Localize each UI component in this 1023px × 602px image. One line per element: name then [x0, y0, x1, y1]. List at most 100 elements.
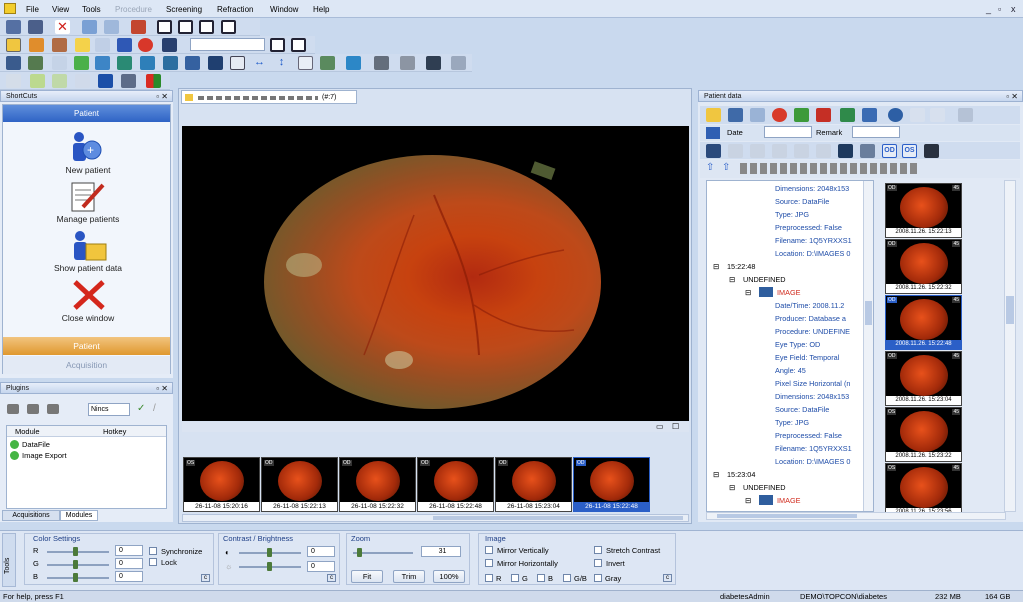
new-patient-label[interactable]: New patient [3, 165, 173, 175]
edit-icon[interactable] [131, 20, 146, 34]
reset-color-icon[interactable]: c [201, 574, 210, 582]
tree-procedure-node[interactable]: UNDEFINED [743, 275, 786, 284]
gamma-icon[interactable] [185, 56, 200, 70]
tab-patient[interactable]: Patient [3, 337, 170, 355]
target-icon[interactable] [816, 144, 831, 158]
patient-thumb[interactable]: OS 45 2008.11.26. 15:23:22 [885, 407, 962, 462]
patient-panel-close-icon[interactable]: ▫ ✕ [1006, 91, 1018, 102]
clear-icon[interactable]: / [153, 403, 165, 415]
minimize-button[interactable]: _ [986, 4, 991, 14]
menu-view[interactable]: View [52, 5, 69, 14]
red-channel-checkbox[interactable] [485, 574, 493, 582]
red-value[interactable]: 0 [115, 545, 143, 556]
plugin-icon-1[interactable] [7, 404, 19, 414]
tree-item[interactable]: Filename: 1Q5YRXXS1 [775, 236, 852, 245]
pin-icon[interactable] [794, 144, 809, 158]
tab-acquisitions[interactable]: Acquisitions [2, 510, 60, 521]
tree-expander[interactable]: ⊟ [713, 262, 719, 271]
layout-select[interactable] [190, 38, 265, 51]
green-slider-knob[interactable] [73, 560, 78, 569]
zoom-slider[interactable] [353, 552, 413, 554]
image-icon[interactable] [82, 20, 97, 34]
folder-open-icon[interactable] [706, 108, 721, 122]
remove-icon[interactable] [816, 108, 831, 122]
full-window-icon[interactable] [291, 38, 306, 52]
tree-image-node[interactable]: IMAGE [777, 288, 801, 297]
tree-expander[interactable]: ⊟ [745, 496, 751, 505]
tree-item[interactable]: Dimensions: 2048x153 [775, 184, 849, 193]
sharpen-icon[interactable] [52, 56, 67, 70]
invert-checkbox[interactable] [594, 559, 602, 567]
points-icon[interactable] [6, 74, 21, 88]
nodes-tool-icon[interactable] [98, 74, 113, 88]
od-filter-button[interactable]: OD [882, 144, 897, 158]
tree-item[interactable]: Pixel Size Horizontal (n [775, 379, 850, 388]
blue-channel-checkbox[interactable] [537, 574, 545, 582]
list-icon[interactable] [860, 144, 875, 158]
tree-expander[interactable]: ⊟ [729, 483, 735, 492]
patient-thumb[interactable]: OS452008.11.26. 15:23:56 [885, 463, 962, 518]
tree-expander[interactable]: ⊟ [729, 275, 735, 284]
color-tool-icon[interactable] [146, 74, 161, 88]
synchronize-checkbox[interactable] [149, 547, 157, 555]
tree-scrollbar[interactable] [863, 181, 873, 511]
reset-contrast-icon[interactable]: c [327, 574, 336, 582]
refresh-icon[interactable] [888, 108, 903, 122]
show-patient-data-icon[interactable] [69, 230, 109, 262]
gb-channel-checkbox[interactable] [563, 574, 571, 582]
fundus-image[interactable] [182, 126, 689, 421]
layout-2-icon[interactable] [178, 20, 193, 34]
thumbnail-scroll-thumb[interactable] [433, 516, 683, 520]
plugin-row-datafile[interactable]: DataFile [22, 440, 50, 449]
close-window-label[interactable]: Close window [3, 313, 173, 323]
compare-tool-icon[interactable] [75, 38, 90, 52]
lock-checkbox[interactable] [149, 558, 157, 566]
tree-item[interactable]: Type: JPG [775, 418, 809, 427]
plugin-icon-3[interactable] [47, 404, 59, 414]
draw-tool-icon[interactable] [29, 38, 44, 52]
image-edit-icon[interactable] [750, 108, 765, 122]
contrast-icon[interactable] [140, 56, 155, 70]
blue-slider[interactable] [47, 577, 109, 579]
magnify-icon[interactable] [346, 56, 361, 70]
column-module[interactable]: Module [15, 427, 40, 436]
red-slider-knob[interactable] [73, 547, 78, 556]
contrast-slider-knob[interactable] [267, 548, 272, 557]
channels-icon[interactable] [208, 56, 223, 70]
tree-scroll-thumb[interactable] [865, 301, 872, 325]
sort-icon[interactable] [910, 108, 925, 122]
thumb-strip-scrollbar[interactable] [1004, 180, 1016, 512]
viewer-thumb[interactable]: OD 26-11-08 15:22:32 [339, 457, 416, 512]
vertical-arrows-icon[interactable]: ↕ [274, 56, 289, 70]
wand-icon[interactable] [750, 144, 765, 158]
menu-tools[interactable]: Tools [82, 5, 101, 14]
mirror-horizontally-checkbox[interactable] [485, 559, 493, 567]
image-list-icon[interactable] [728, 108, 743, 122]
up-arrow-icon[interactable]: ⇧ [706, 163, 716, 173]
brightness-value[interactable]: 0 [307, 561, 335, 572]
open-icon[interactable] [6, 20, 21, 34]
thumbnail-scrollbar[interactable] [182, 514, 689, 522]
red-slider[interactable] [47, 551, 109, 553]
more-icon[interactable] [930, 108, 945, 122]
zoom-100-button[interactable]: 100% [433, 570, 465, 583]
window-tool-icon[interactable] [162, 38, 177, 52]
save-icon[interactable] [28, 20, 43, 34]
copy-tool-icon[interactable] [95, 38, 110, 52]
tools-side-tab[interactable]: Tools [2, 533, 16, 587]
viewer-tab[interactable]: (#:7) [181, 90, 357, 104]
up-arrow-2-icon[interactable]: ⇧ [722, 163, 732, 173]
export-icon[interactable] [840, 108, 855, 122]
patient-thumb[interactable]: OD 45 2008.11.26. 15:22:32 [885, 239, 962, 294]
trim-button[interactable]: Trim [393, 570, 425, 583]
enhance-icon[interactable] [117, 56, 132, 70]
tree-item[interactable]: Angle: 45 [775, 366, 806, 375]
crop-icon[interactable] [230, 56, 245, 70]
tree-time-node[interactable]: 15:22:48 [727, 262, 755, 271]
patient-thumb[interactable]: OD 45 2008.11.26. 15:22:13 [885, 183, 962, 238]
tree-procedure-node[interactable]: UNDEFINED [743, 483, 786, 492]
menu-file[interactable]: File [26, 5, 39, 14]
patient-hscrollbar[interactable] [706, 512, 1006, 520]
tree-item[interactable]: Filename: 1Q5YRXXS1 [775, 444, 852, 453]
show-patient-data-label[interactable]: Show patient data [3, 263, 173, 273]
